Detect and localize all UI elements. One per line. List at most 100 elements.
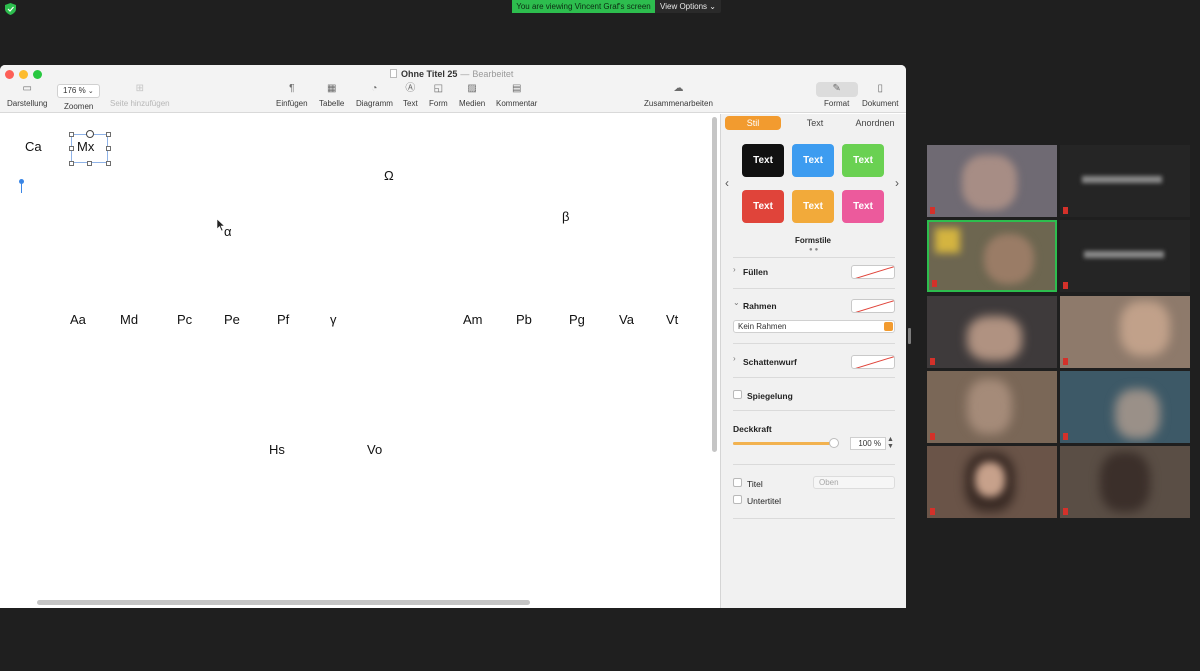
muted-mic-icon	[1063, 508, 1068, 515]
border-style-select[interactable]: Kein Rahmen	[733, 320, 895, 333]
shape-style-blue[interactable]: Text	[792, 144, 834, 177]
paragraph-icon: ¶	[289, 83, 295, 94]
resize-handle[interactable]	[106, 146, 111, 151]
view-options-label: View Options	[660, 2, 708, 11]
text-button[interactable]: Ⓐ Text	[403, 83, 418, 108]
tab-anordnen[interactable]: Anordnen	[847, 116, 903, 130]
page-dots[interactable]: ●●	[809, 247, 820, 253]
rotation-handle[interactable]	[86, 130, 94, 138]
insertion-point-line	[21, 182, 22, 193]
media-button[interactable]: ▨ Medien	[459, 83, 485, 108]
participant-video-tile[interactable]	[1060, 446, 1190, 518]
resize-handle[interactable]	[69, 132, 74, 137]
shadow-color-well[interactable]	[851, 355, 895, 369]
canvas-text-vo[interactable]: Vo	[367, 442, 382, 457]
tab-text[interactable]: Text	[787, 116, 843, 130]
chevron-down-icon: ⌄	[709, 2, 716, 11]
document-button[interactable]: ▯ Dokument	[862, 83, 898, 108]
document-name: Ohne Titel 25	[401, 69, 458, 79]
participant-video-tile[interactable]	[927, 371, 1057, 443]
canvas-text-pc[interactable]: Pc	[177, 312, 192, 327]
chart-button[interactable]: ◔ Diagramm	[356, 83, 393, 108]
comment-button[interactable]: ▤ Kommentar	[496, 83, 537, 108]
canvas-text-omega[interactable]: Ω	[384, 168, 394, 183]
add-page-button[interactable]: ⊞ Seite hinzufügen	[110, 83, 170, 108]
vertical-scrollbar[interactable]	[712, 117, 717, 452]
view-options-button[interactable]: View Options ⌄	[655, 0, 721, 13]
reflection-checkbox[interactable]	[733, 390, 742, 399]
minimize-window-button[interactable]	[19, 70, 28, 79]
darstellung-button[interactable]: ▭ Darstellung	[7, 83, 47, 108]
title-checkbox[interactable]	[733, 478, 742, 487]
participant-video-tile[interactable]	[1060, 296, 1190, 368]
resize-handle[interactable]	[69, 146, 74, 151]
fill-color-well[interactable]	[851, 265, 895, 279]
resize-handle[interactable]	[106, 132, 111, 137]
subtitle-checkbox[interactable]	[733, 495, 742, 504]
chevron-right-icon[interactable]: ›	[895, 176, 899, 190]
divider	[733, 288, 895, 289]
format-button[interactable]: ✎ Format	[824, 83, 849, 108]
participant-video-tile[interactable]	[1060, 220, 1190, 292]
shape-button[interactable]: ◱ Form	[429, 83, 448, 108]
chevron-right-icon[interactable]: ›	[733, 354, 736, 363]
canvas-text-pf[interactable]: Pf	[277, 312, 289, 327]
resize-handle[interactable]	[69, 161, 74, 166]
close-window-button[interactable]	[5, 70, 14, 79]
toolbar: Ohne Titel 25— Bearbeitet ▭ Darstellung 1…	[0, 65, 906, 113]
participant-video-tile[interactable]	[1060, 371, 1190, 443]
chevron-down-icon[interactable]: ⌄	[733, 298, 740, 307]
zoom-value: 176 %	[63, 86, 86, 95]
muted-mic-icon	[930, 433, 935, 440]
table-button[interactable]: ▦ Tabelle	[319, 83, 344, 108]
border-color-well[interactable]	[851, 299, 895, 313]
resize-handle[interactable]	[106, 161, 111, 166]
canvas-text-pg[interactable]: Pg	[569, 312, 585, 327]
canvas-text-mx[interactable]: Mx	[77, 139, 94, 154]
participant-video-tile[interactable]	[1060, 145, 1190, 217]
shadow-label[interactable]: Schattenwurf	[743, 357, 797, 367]
fill-label[interactable]: Füllen	[743, 267, 768, 277]
opacity-slider[interactable]	[733, 442, 835, 445]
participant-video-tile[interactable]	[927, 296, 1057, 368]
shape-style-red[interactable]: Text	[742, 190, 784, 223]
opacity-stepper[interactable]: ▲ ▼	[887, 436, 894, 450]
zoom-select[interactable]: 176 % ⌄	[57, 84, 100, 98]
canvas-text-gamma[interactable]: γ	[330, 312, 337, 327]
shape-style-pink[interactable]: Text	[842, 190, 884, 223]
canvas-text-pb[interactable]: Pb	[516, 312, 532, 327]
participant-video-tile[interactable]	[927, 446, 1057, 518]
canvas-text-beta[interactable]: β	[562, 209, 569, 224]
canvas-text-hs[interactable]: Hs	[269, 442, 285, 457]
canvas-text-md[interactable]: Md	[120, 312, 138, 327]
resize-handle[interactable]	[87, 161, 92, 166]
insert-button[interactable]: ¶ Einfügen	[276, 83, 308, 108]
canvas-text-aa[interactable]: Aa	[70, 312, 86, 327]
canvas-text-va[interactable]: Va	[619, 312, 634, 327]
shape-style-orange[interactable]: Text	[792, 190, 834, 223]
shape-style-black[interactable]: Text	[742, 144, 784, 177]
participant-video-tile[interactable]	[927, 145, 1057, 217]
canvas-text-am[interactable]: Am	[463, 312, 483, 327]
shape-style-green[interactable]: Text	[842, 144, 884, 177]
opacity-slider-thumb[interactable]	[829, 438, 839, 448]
gallery-resize-handle[interactable]	[908, 328, 911, 344]
document-canvas[interactable]: Ca Mx Ω β α Aa Md Pc Pe Pf γ Am Pb Pg Va…	[0, 114, 720, 608]
canvas-text-alpha[interactable]: α	[224, 224, 232, 239]
select-stepper-icon	[884, 322, 893, 331]
chevron-left-icon[interactable]: ‹	[725, 176, 729, 190]
chevron-right-icon[interactable]: ›	[733, 265, 736, 274]
fullscreen-window-button[interactable]	[33, 70, 42, 79]
canvas-text-pe[interactable]: Pe	[224, 312, 240, 327]
canvas-text-ca[interactable]: Ca	[25, 139, 42, 154]
canvas-text-vt[interactable]: Vt	[666, 312, 678, 327]
border-label[interactable]: Rahmen	[743, 301, 777, 311]
horizontal-scrollbar[interactable]	[37, 600, 530, 605]
participant-video	[967, 316, 1022, 361]
tab-stil[interactable]: Stil	[725, 116, 781, 130]
comment-label: Kommentar	[496, 99, 538, 108]
collaborate-button[interactable]: ☁ Zusammenarbeiten	[644, 83, 713, 108]
participant-video-tile-active-speaker[interactable]	[927, 220, 1057, 292]
security-shield-icon[interactable]	[5, 3, 16, 15]
opacity-input[interactable]: 100 %	[850, 437, 886, 450]
